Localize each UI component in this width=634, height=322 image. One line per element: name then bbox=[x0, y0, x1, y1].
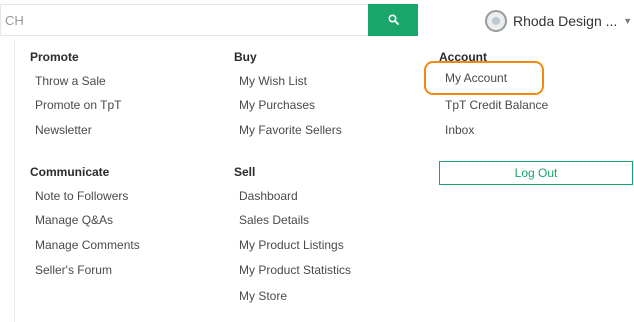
menu-item-my-product-listings[interactable]: My Product Listings bbox=[239, 238, 344, 252]
menu-item-newsletter[interactable]: Newsletter bbox=[35, 123, 92, 137]
search-icon bbox=[387, 13, 399, 28]
menu-item-my-favorite-sellers[interactable]: My Favorite Sellers bbox=[239, 123, 342, 137]
user-menu-toggle[interactable]: Rhoda Design ... ▼ bbox=[485, 9, 632, 33]
section-heading-promote: Promote bbox=[30, 50, 79, 64]
menu-item-my-account[interactable]: My Account bbox=[445, 71, 507, 85]
menu-item-my-purchases[interactable]: My Purchases bbox=[239, 98, 315, 112]
menu-item-promote-on-tpt[interactable]: Promote on TpT bbox=[35, 98, 121, 112]
menu-item-sellers-forum[interactable]: Seller's Forum bbox=[35, 263, 112, 277]
search-button[interactable] bbox=[368, 4, 418, 36]
user-dropdown-menu: Promote Throw a Sale Promote on TpT News… bbox=[14, 40, 634, 322]
user-name: Rhoda Design ... bbox=[513, 13, 618, 29]
menu-item-my-wish-list[interactable]: My Wish List bbox=[239, 74, 307, 88]
menu-item-note-to-followers[interactable]: Note to Followers bbox=[35, 189, 128, 203]
menu-item-tpt-credit-balance[interactable]: TpT Credit Balance bbox=[445, 98, 548, 112]
section-heading-communicate: Communicate bbox=[30, 165, 110, 179]
log-out-button[interactable]: Log Out bbox=[439, 161, 633, 185]
menu-item-throw-a-sale[interactable]: Throw a Sale bbox=[35, 74, 106, 88]
menu-item-dashboard[interactable]: Dashboard bbox=[239, 189, 298, 203]
menu-item-manage-qas[interactable]: Manage Q&As bbox=[35, 213, 113, 227]
avatar bbox=[485, 10, 507, 32]
chevron-down-icon: ▼ bbox=[623, 16, 633, 26]
menu-item-my-store[interactable]: My Store bbox=[239, 289, 287, 303]
section-heading-sell: Sell bbox=[234, 165, 256, 179]
section-heading-buy: Buy bbox=[234, 50, 257, 64]
menu-item-inbox[interactable]: Inbox bbox=[445, 123, 474, 137]
menu-item-my-product-statistics[interactable]: My Product Statistics bbox=[239, 263, 351, 277]
menu-item-manage-comments[interactable]: Manage Comments bbox=[35, 238, 140, 252]
menu-item-sales-details[interactable]: Sales Details bbox=[239, 213, 309, 227]
header-bar: Rhoda Design ... ▼ bbox=[0, 0, 634, 40]
search-input[interactable] bbox=[0, 4, 368, 36]
